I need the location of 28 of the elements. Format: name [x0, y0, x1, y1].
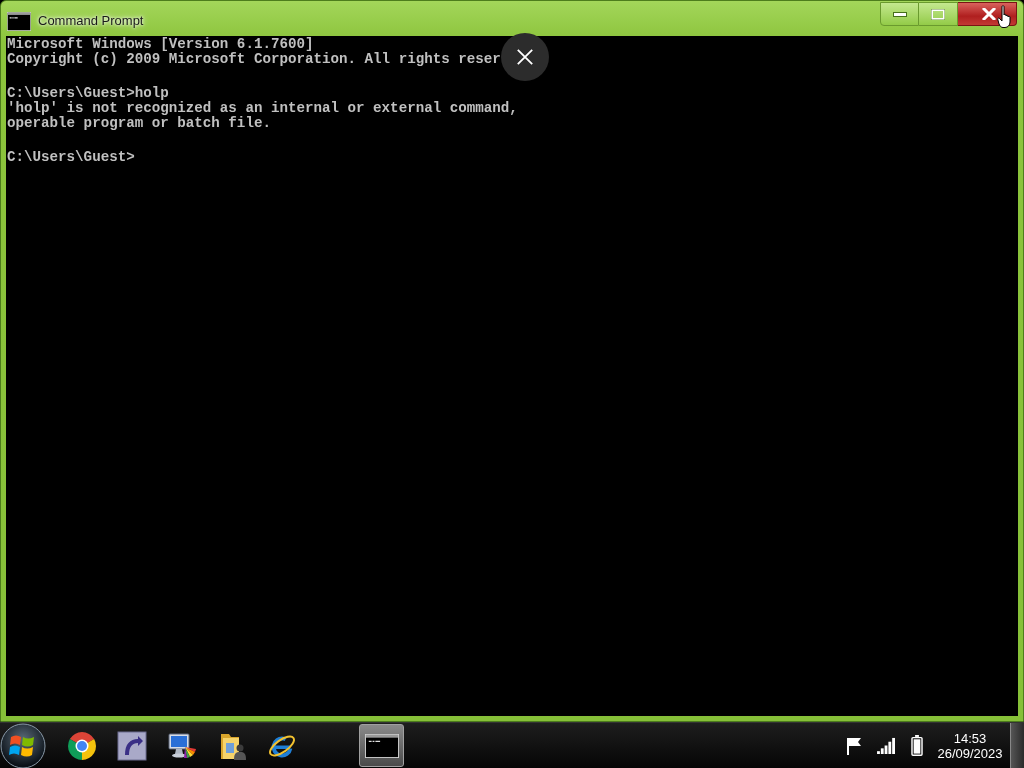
maximize-button[interactable]: [919, 2, 958, 26]
signal-icon[interactable]: [877, 737, 896, 754]
browser-icon: [67, 730, 97, 761]
close-icon: [982, 8, 996, 20]
start-button[interactable]: [0, 722, 46, 768]
flag-icon[interactable]: [846, 735, 864, 756]
show-desktop-button[interactable]: [1010, 722, 1024, 768]
battery-icon[interactable]: [911, 735, 923, 756]
console-icon: [364, 733, 399, 758]
console-line: Copyright (c) 2009 Microsoft Corporation. All rights reser: [7, 52, 501, 67]
app-icon: [117, 730, 147, 761]
window-title: Command Prompt: [38, 13, 144, 29]
console-line: 'holp' is not recognized as an internal or external command,: [7, 101, 518, 116]
close-icon: [516, 48, 534, 66]
monitor-icon: [167, 730, 197, 761]
start-orb-icon: [0, 722, 46, 768]
console-line: Microsoft Windows [Version 6.1.7600]: [7, 37, 314, 52]
minimize-button[interactable]: [880, 2, 919, 26]
console-line: C:\Users\Guest>: [7, 150, 135, 165]
console-line: operable program or batch file.: [7, 116, 271, 131]
hand-cursor-icon: [997, 5, 1014, 29]
minimize-icon: [892, 11, 907, 17]
console-icon: [7, 11, 31, 31]
maximize-icon: [931, 8, 945, 20]
clock-date: 26/09/2023: [937, 745, 1003, 761]
console-line: C:\Users\Guest>holp: [7, 86, 169, 101]
clock-time: 14:53: [953, 730, 987, 746]
taskbar-window-button[interactable]: [359, 724, 404, 767]
